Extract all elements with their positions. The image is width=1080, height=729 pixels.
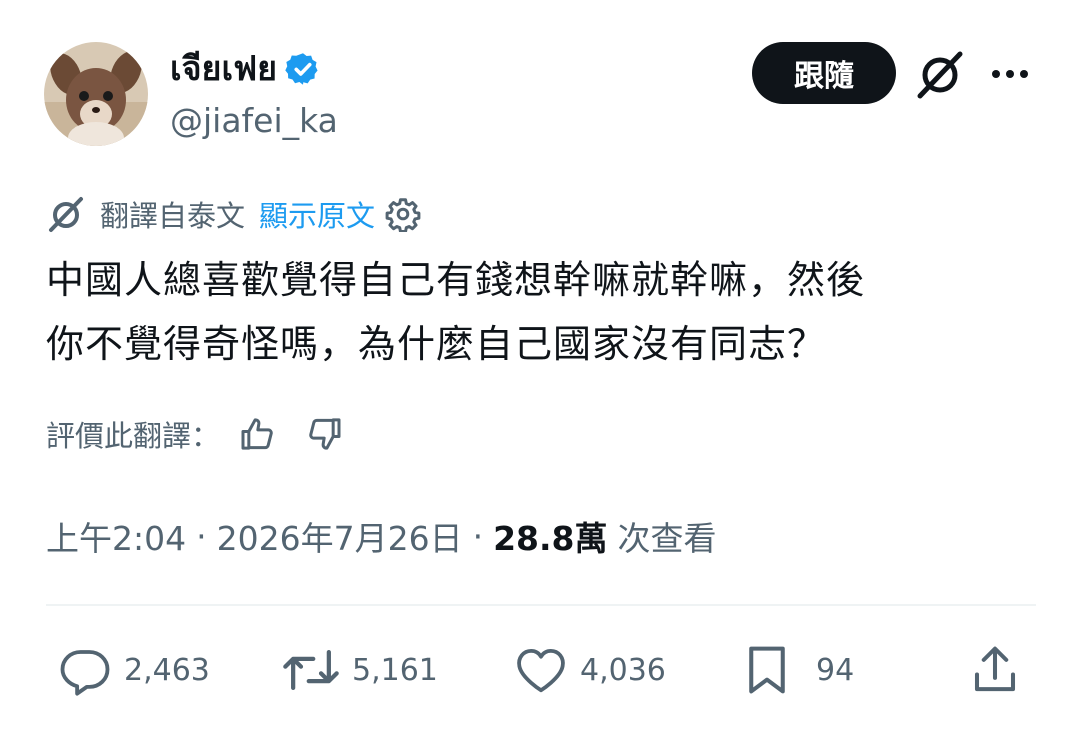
rate-translation-label: 評價此翻譯： [46, 419, 221, 453]
views-count[interactable]: 28.8萬 [493, 512, 607, 560]
translated-from-label: 翻譯自泰文 [100, 199, 246, 233]
views-label: 次查看 [617, 519, 717, 558]
thumbs-down-icon[interactable] [304, 414, 344, 454]
reply-icon [58, 643, 112, 697]
more-dots-icon[interactable] [990, 60, 1030, 92]
bookmark-icon [740, 643, 794, 697]
reply-count: 2,463 [124, 652, 210, 688]
tweet-time[interactable]: 上午2:04 [46, 512, 186, 560]
thumbs-up-icon[interactable] [238, 414, 278, 454]
tweet-text-line: 你不覺得奇怪嗎，為什麼自己國家沒有同志？ [46, 322, 827, 366]
show-original-link[interactable]: 顯示原文 [259, 193, 375, 235]
tweet-meta: 上午2:04 · 2026年7月26日 · 28.8萬 次查看 [46, 512, 717, 560]
verified-badge-icon [285, 51, 321, 87]
repost-count: 5,161 [352, 652, 438, 688]
repost-icon [282, 643, 340, 697]
separator-dot: · [196, 516, 207, 556]
tweet-text: 中國人總喜歡覺得自己有錢想幹嘛就幹嘛，然後 你不覺得奇怪嗎，為什麼自己國家沒有同… [46, 248, 1036, 376]
bookmark-button[interactable]: 94 [740, 640, 854, 700]
chihuahua-avatar [44, 42, 148, 146]
follow-button[interactable]: 跟隨 [752, 42, 896, 104]
reply-button[interactable]: 2,463 [58, 640, 210, 700]
gear-icon[interactable] [385, 196, 421, 232]
share-icon [968, 643, 1022, 697]
separator-dot: · [472, 516, 484, 556]
display-name-row[interactable]: เจียเฟย [170, 48, 321, 90]
like-button[interactable]: 4,036 [514, 640, 666, 700]
bookmark-count: 94 [816, 652, 855, 688]
grok-icon[interactable] [914, 48, 966, 104]
display-name[interactable]: เจียเฟย [170, 48, 277, 90]
rate-translation-row: 評價此翻譯： [46, 412, 344, 456]
divider [46, 604, 1036, 606]
globe-icon [46, 194, 86, 234]
tweet-date[interactable]: 2026年7月26日 [217, 512, 463, 560]
like-count: 4,036 [580, 652, 666, 688]
translation-bar: 翻譯自泰文 顯示原文 [46, 192, 421, 236]
share-button[interactable] [968, 640, 1034, 700]
repost-button[interactable]: 5,161 [282, 640, 438, 700]
heart-icon [514, 643, 568, 697]
tweet-text-line: 中國人總喜歡覺得自己有錢想幹嘛就幹嘛，然後 [46, 258, 866, 302]
avatar[interactable] [44, 42, 148, 146]
user-handle[interactable]: @jiafei_ka [170, 100, 338, 142]
